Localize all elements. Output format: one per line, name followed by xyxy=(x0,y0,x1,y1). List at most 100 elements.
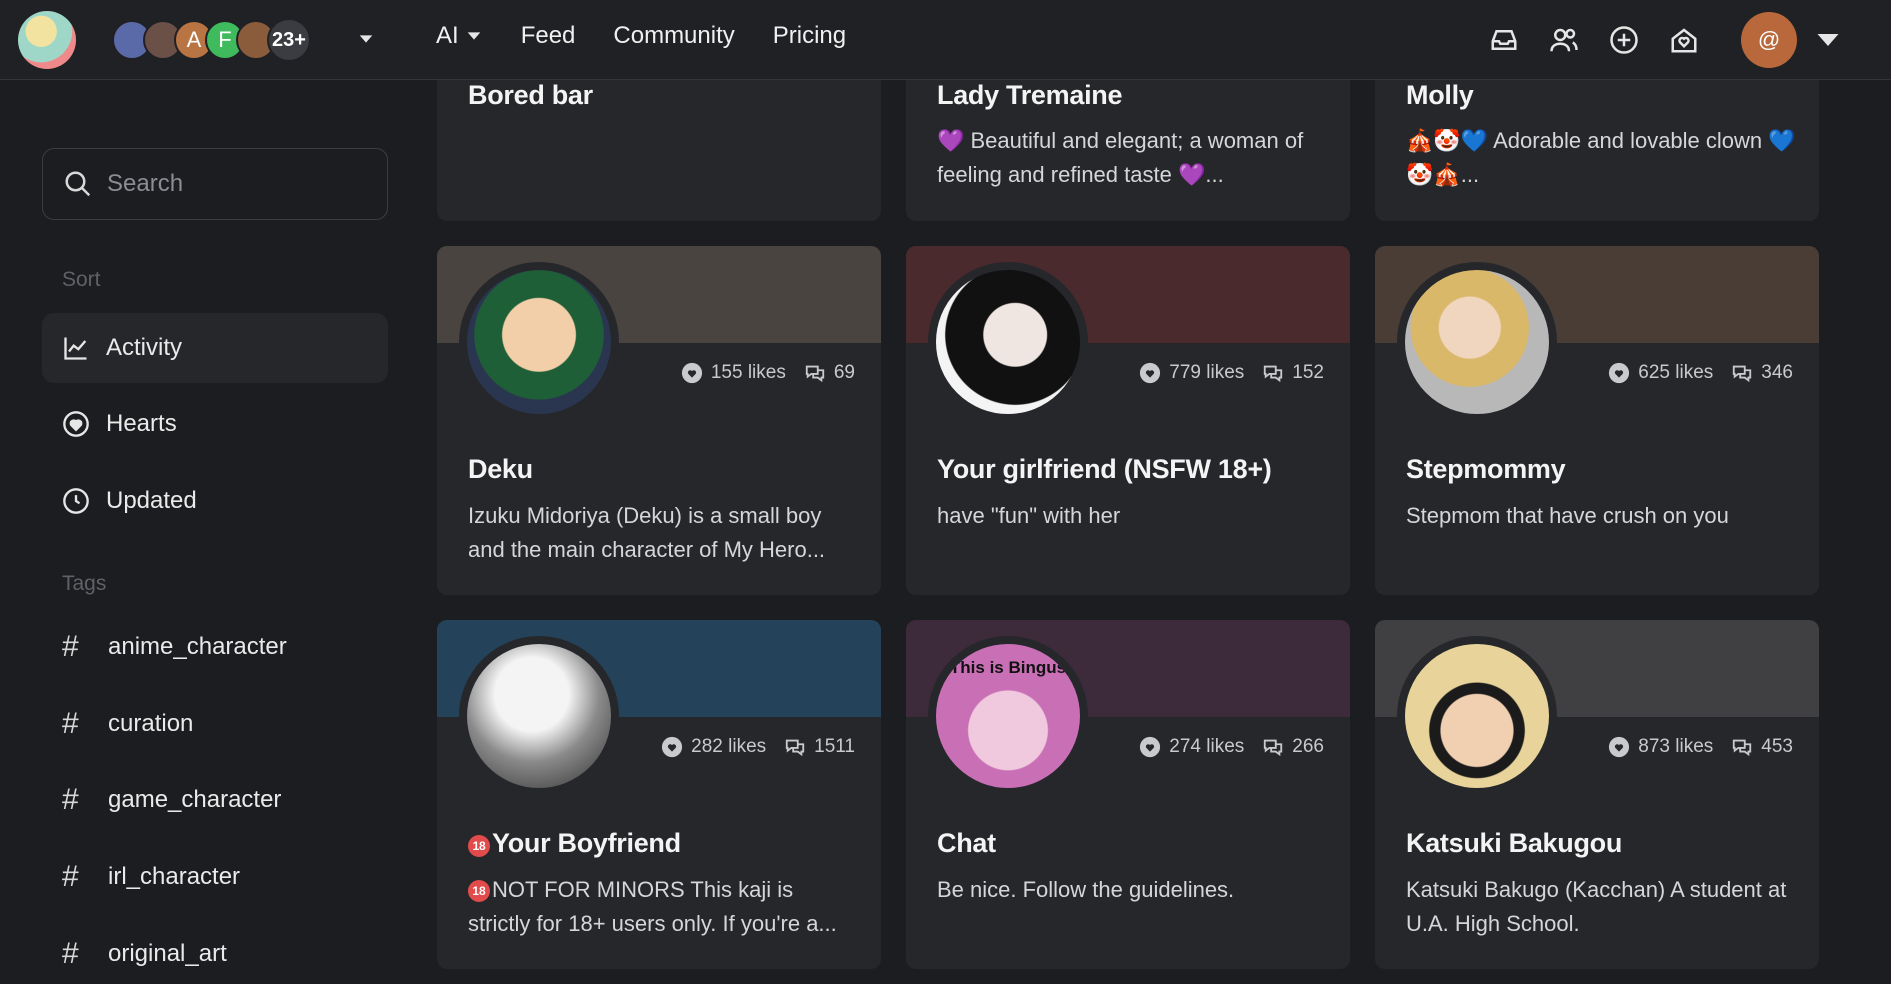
card-stats: 274 likes 266 xyxy=(1139,736,1324,758)
comments-count: 69 xyxy=(833,362,855,383)
character-avatar xyxy=(1397,636,1557,796)
nav-feed[interactable]: Feed xyxy=(521,22,576,50)
tag-item[interactable]: # anime_character xyxy=(62,630,287,664)
card-description: Katsuki Bakugo (Kacchan) A student at U.… xyxy=(1406,877,1787,936)
top-bar: A F 23+ AI Feed Community Pricing @ xyxy=(0,0,1891,80)
search-input[interactable]: Search xyxy=(42,148,388,220)
card-title: Your girlfriend (NSFW 18+) xyxy=(937,454,1272,484)
comments-count: 346 xyxy=(1761,362,1793,383)
card-stats: 873 likes 453 xyxy=(1608,736,1793,758)
comments-icon xyxy=(1733,365,1752,383)
nav-community[interactable]: Community xyxy=(613,22,734,50)
character-avatar xyxy=(1397,262,1557,422)
inbox-icon[interactable] xyxy=(1489,25,1519,55)
character-card[interactable]: 873 likes 453 Katsuki Bakugou Katsuki Ba… xyxy=(1375,620,1819,969)
comments-count: 152 xyxy=(1292,362,1324,383)
heart-circle-icon xyxy=(662,736,683,758)
character-card[interactable]: 282 likes 1511 18 Your Boyfriend 18 NOT FO… xyxy=(437,620,881,969)
card-stats: 155 likes 69 xyxy=(681,362,855,384)
likes-count: 274 likes xyxy=(1169,736,1245,757)
likes-count: 282 likes xyxy=(691,736,767,757)
heart-circle-icon xyxy=(1140,362,1161,384)
profile-avatar[interactable]: @ xyxy=(1741,12,1797,68)
card-title: Katsuki Bakugou xyxy=(1406,828,1623,858)
more-users-badge[interactable]: 23+ xyxy=(267,18,311,62)
adult-badge-icon: 18 xyxy=(468,880,490,902)
comments-icon xyxy=(1733,739,1752,757)
card-stats: 779 likes 152 xyxy=(1139,362,1324,384)
likes-count: 873 likes xyxy=(1638,736,1714,757)
nav-pricing[interactable]: Pricing xyxy=(773,22,846,50)
likes-count: 155 likes xyxy=(710,362,786,383)
search-placeholder: Search xyxy=(107,170,184,197)
card-description: Izuku Midoriya (Deku) is a small boy and… xyxy=(468,503,826,562)
chevron-down-icon xyxy=(467,32,480,40)
character-card[interactable]: Lady Tremaine 💜 Beautiful and elegant; a… xyxy=(906,80,1350,221)
chart-line-icon xyxy=(64,337,87,360)
card-title: Lady Tremaine xyxy=(937,80,1123,110)
character-card[interactable]: 779 likes 152 Your girlfriend (NSFW 18+)… xyxy=(906,246,1350,595)
heart-circle-icon xyxy=(63,411,89,437)
sort-activity[interactable]: Activity xyxy=(42,313,388,383)
chevron-down-icon[interactable] xyxy=(1813,25,1843,55)
heart-circle-icon xyxy=(681,362,702,384)
users-icon[interactable] xyxy=(1549,25,1579,55)
card-title: Stepmommy xyxy=(1406,454,1566,484)
character-card[interactable]: Bored bar xyxy=(437,80,881,221)
nav-ai[interactable]: AI xyxy=(436,22,483,50)
card-title: Bored bar xyxy=(468,80,593,110)
character-card[interactable]: Molly 🎪🤡💙 Adorable and lovable clown 💙🤡🎪… xyxy=(1375,80,1819,221)
character-avatar xyxy=(928,262,1088,422)
card-stats: 282 likes 1511 xyxy=(661,736,855,758)
card-description: 💜 Beautiful and elegant; a woman of feel… xyxy=(937,128,1304,187)
hash-icon: # xyxy=(62,860,79,893)
tag-item[interactable]: # original_art xyxy=(62,937,227,971)
hash-icon: # xyxy=(62,630,79,663)
add-circle-icon[interactable] xyxy=(1609,25,1639,55)
comments-count: 266 xyxy=(1292,736,1324,757)
search-icon xyxy=(65,171,91,197)
character-card[interactable]: 155 likes 69 Deku Izuku Midoriya (Deku) … xyxy=(437,246,881,595)
card-stats: 625 likes 346 xyxy=(1608,362,1793,384)
sort-hearts[interactable]: Hearts xyxy=(42,389,388,459)
comments-count: 1511 xyxy=(814,736,855,757)
heart-circle-icon xyxy=(1609,736,1630,758)
card-description: 18 NOT FOR MINORS This kaji is strictly f… xyxy=(468,877,837,936)
sort-heading: Sort xyxy=(62,268,101,291)
clock-icon xyxy=(63,488,89,514)
card-title: Molly xyxy=(1406,80,1474,110)
comments-icon xyxy=(805,365,825,383)
card-description: Stepmom that have crush on you xyxy=(1406,503,1729,528)
joined-users[interactable]: A F 23+ xyxy=(112,18,311,62)
adult-badge-icon: 18 xyxy=(468,835,490,857)
tags-heading: Tags xyxy=(62,572,107,595)
hash-icon: # xyxy=(62,937,79,970)
header-actions: @ xyxy=(1489,12,1843,68)
card-description: 🎪🤡💙 Adorable and lovable clown 💙🤡🎪... xyxy=(1406,128,1796,187)
tag-item[interactable]: # curation xyxy=(62,707,193,741)
hash-icon: # xyxy=(62,707,79,740)
heart-circle-icon xyxy=(1609,362,1630,384)
card-title: 18 Your Boyfriend xyxy=(468,828,681,859)
home-heart-icon[interactable] xyxy=(1669,25,1699,55)
character-avatar: This is Bingus xyxy=(928,636,1088,796)
comments-count: 453 xyxy=(1761,736,1793,757)
tag-item[interactable]: # game_character xyxy=(62,783,281,817)
chevron-down-icon[interactable] xyxy=(357,30,375,48)
sort-updated[interactable]: Updated xyxy=(42,466,388,536)
character-avatar xyxy=(459,636,619,796)
card-title: Chat xyxy=(937,828,996,858)
main-nav: AI Feed Community Pricing xyxy=(436,22,846,50)
character-card[interactable]: 625 likes 346 Stepmommy Stepmom that hav… xyxy=(1375,246,1819,595)
comments-icon xyxy=(1264,365,1283,383)
tag-item[interactable]: # irl_character xyxy=(62,860,240,894)
sidebar: Search Sort Activity Hearts Updated Tags… xyxy=(0,80,410,984)
comments-icon xyxy=(785,739,805,757)
site-logo[interactable] xyxy=(18,11,76,69)
heart-circle-icon xyxy=(1140,736,1161,758)
card-title: Deku xyxy=(468,454,533,484)
comments-icon xyxy=(1264,739,1283,757)
card-description: Be nice. Follow the guidelines. xyxy=(937,877,1235,902)
character-card[interactable]: This is Bingus 274 likes 266 Chat Be nic… xyxy=(906,620,1350,969)
likes-count: 779 likes xyxy=(1169,362,1245,383)
